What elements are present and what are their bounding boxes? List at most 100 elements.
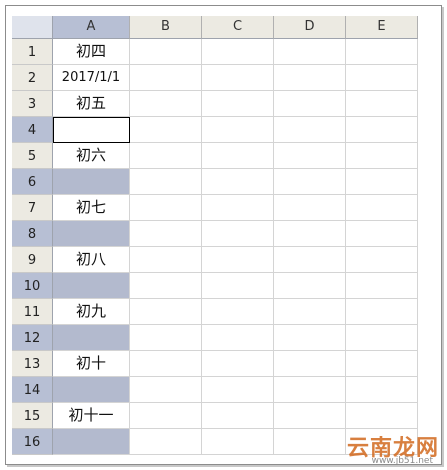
cell-b4[interactable]	[130, 117, 202, 143]
column-header-c[interactable]: C	[202, 16, 274, 39]
cell-d3[interactable]	[274, 91, 346, 117]
cell-d4[interactable]	[274, 117, 346, 143]
cell-b8[interactable]	[130, 221, 202, 247]
cell-a4[interactable]	[53, 117, 130, 143]
row-header-4[interactable]: 4	[12, 117, 53, 143]
cell-c14[interactable]	[202, 377, 274, 403]
cell-e8[interactable]	[346, 221, 418, 247]
cell-c15[interactable]	[202, 403, 274, 429]
cell-a11[interactable]: 初九	[53, 299, 130, 325]
cell-b15[interactable]	[130, 403, 202, 429]
cell-a13[interactable]: 初十	[53, 351, 130, 377]
row-header-3[interactable]: 3	[12, 91, 53, 117]
cell-c16[interactable]	[202, 429, 274, 455]
cell-e3[interactable]	[346, 91, 418, 117]
cell-a15[interactable]: 初十一	[53, 403, 130, 429]
cell-a12[interactable]	[53, 325, 130, 351]
cell-c4[interactable]	[202, 117, 274, 143]
row-header-5[interactable]: 5	[12, 143, 53, 169]
cell-d7[interactable]	[274, 195, 346, 221]
cell-c13[interactable]	[202, 351, 274, 377]
column-header-e[interactable]: E	[346, 16, 418, 39]
cell-c9[interactable]	[202, 247, 274, 273]
cell-d5[interactable]	[274, 143, 346, 169]
cell-d13[interactable]	[274, 351, 346, 377]
cell-b2[interactable]	[130, 65, 202, 91]
row-header-14[interactable]: 14	[12, 377, 53, 403]
column-header-d[interactable]: D	[274, 16, 346, 39]
row-header-11[interactable]: 11	[12, 299, 53, 325]
cell-e11[interactable]	[346, 299, 418, 325]
cell-e6[interactable]	[346, 169, 418, 195]
cell-e14[interactable]	[346, 377, 418, 403]
cell-d2[interactable]	[274, 65, 346, 91]
cell-e1[interactable]	[346, 39, 418, 65]
row-header-13[interactable]: 13	[12, 351, 53, 377]
row-header-2[interactable]: 2	[12, 65, 53, 91]
cell-b9[interactable]	[130, 247, 202, 273]
cell-c7[interactable]	[202, 195, 274, 221]
cell-b3[interactable]	[130, 91, 202, 117]
cell-b1[interactable]	[130, 39, 202, 65]
row-header-12[interactable]: 12	[12, 325, 53, 351]
cell-d16[interactable]	[274, 429, 346, 455]
cell-a9[interactable]: 初八	[53, 247, 130, 273]
cell-c5[interactable]	[202, 143, 274, 169]
cell-a3[interactable]: 初五	[53, 91, 130, 117]
cell-e4[interactable]	[346, 117, 418, 143]
select-all-corner[interactable]	[12, 16, 53, 39]
cell-a10[interactable]	[53, 273, 130, 299]
cell-d1[interactable]	[274, 39, 346, 65]
row-header-15[interactable]: 15	[12, 403, 53, 429]
row-header-10[interactable]: 10	[12, 273, 53, 299]
cell-b5[interactable]	[130, 143, 202, 169]
cell-b6[interactable]	[130, 169, 202, 195]
cell-c1[interactable]	[202, 39, 274, 65]
cell-d11[interactable]	[274, 299, 346, 325]
cell-b11[interactable]	[130, 299, 202, 325]
cell-a8[interactable]	[53, 221, 130, 247]
cell-e7[interactable]	[346, 195, 418, 221]
cell-e2[interactable]	[346, 65, 418, 91]
cell-d15[interactable]	[274, 403, 346, 429]
cell-a2[interactable]: 2017/1/1	[53, 65, 130, 91]
cell-c12[interactable]	[202, 325, 274, 351]
cell-b16[interactable]	[130, 429, 202, 455]
cell-e10[interactable]	[346, 273, 418, 299]
cell-d9[interactable]	[274, 247, 346, 273]
cell-d14[interactable]	[274, 377, 346, 403]
row-header-7[interactable]: 7	[12, 195, 53, 221]
cell-c10[interactable]	[202, 273, 274, 299]
row-header-6[interactable]: 6	[12, 169, 53, 195]
cell-b12[interactable]	[130, 325, 202, 351]
row-header-16[interactable]: 16	[12, 429, 53, 455]
cell-d6[interactable]	[274, 169, 346, 195]
column-header-a[interactable]: A	[53, 16, 130, 39]
cell-d8[interactable]	[274, 221, 346, 247]
cell-c3[interactable]	[202, 91, 274, 117]
cell-e13[interactable]	[346, 351, 418, 377]
cell-e9[interactable]	[346, 247, 418, 273]
column-header-b[interactable]: B	[130, 16, 202, 39]
cell-a14[interactable]	[53, 377, 130, 403]
cell-c2[interactable]	[202, 65, 274, 91]
cell-a7[interactable]: 初七	[53, 195, 130, 221]
cell-b7[interactable]	[130, 195, 202, 221]
cell-b14[interactable]	[130, 377, 202, 403]
cell-a5[interactable]: 初六	[53, 143, 130, 169]
cell-b10[interactable]	[130, 273, 202, 299]
cell-d10[interactable]	[274, 273, 346, 299]
row-header-8[interactable]: 8	[12, 221, 53, 247]
cell-e12[interactable]	[346, 325, 418, 351]
cell-e5[interactable]	[346, 143, 418, 169]
cell-d12[interactable]	[274, 325, 346, 351]
cell-a1[interactable]: 初四	[53, 39, 130, 65]
cell-b13[interactable]	[130, 351, 202, 377]
cell-c8[interactable]	[202, 221, 274, 247]
cell-c6[interactable]	[202, 169, 274, 195]
cell-e15[interactable]	[346, 403, 418, 429]
row-header-9[interactable]: 9	[12, 247, 53, 273]
cell-a16[interactable]	[53, 429, 130, 455]
cell-a6[interactable]	[53, 169, 130, 195]
cell-c11[interactable]	[202, 299, 274, 325]
